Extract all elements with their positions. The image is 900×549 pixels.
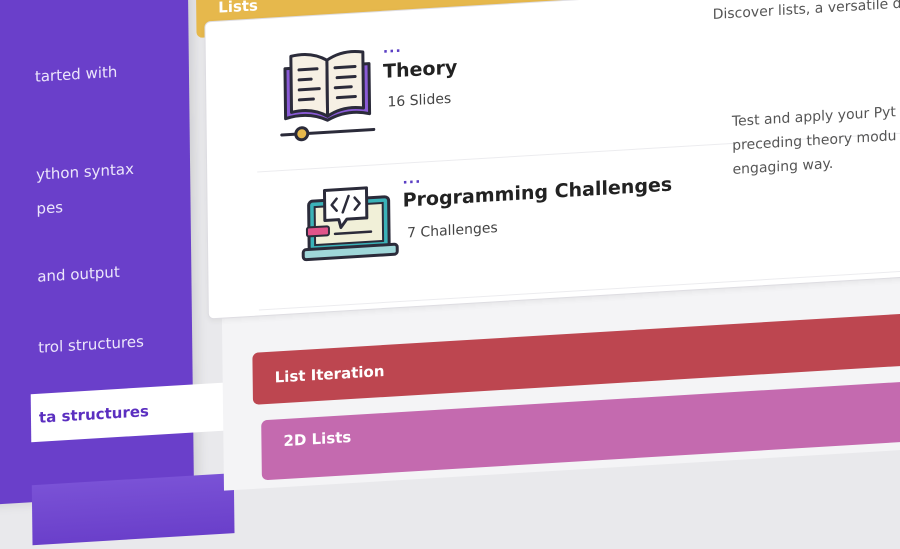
sidebar-item-label: ta structures [38, 402, 150, 427]
section-title: Lists [218, 0, 259, 17]
app-stage: tarted with ython syntax pes and output … [0, 0, 900, 546]
row-title: Theory [382, 56, 458, 83]
section-title: 2D Lists [283, 428, 352, 451]
sidebar-item-python-syntax[interactable]: ython syntax pes [36, 150, 227, 221]
open-book-icon [280, 49, 376, 142]
sidebar-item-label: tarted with [34, 62, 118, 86]
row-description: Test and apply your Pyt preceding theory… [732, 100, 897, 182]
sidebar-item-label: and output [37, 262, 120, 286]
laptop-code-icon [301, 186, 399, 262]
section-title: List Iteration [274, 361, 385, 387]
more-dots[interactable]: ... [383, 40, 402, 57]
more-dots[interactable]: ... [402, 171, 421, 188]
sidebar-item-label: trol structures [38, 332, 144, 357]
sidebar-item-next[interactable] [31, 473, 235, 546]
